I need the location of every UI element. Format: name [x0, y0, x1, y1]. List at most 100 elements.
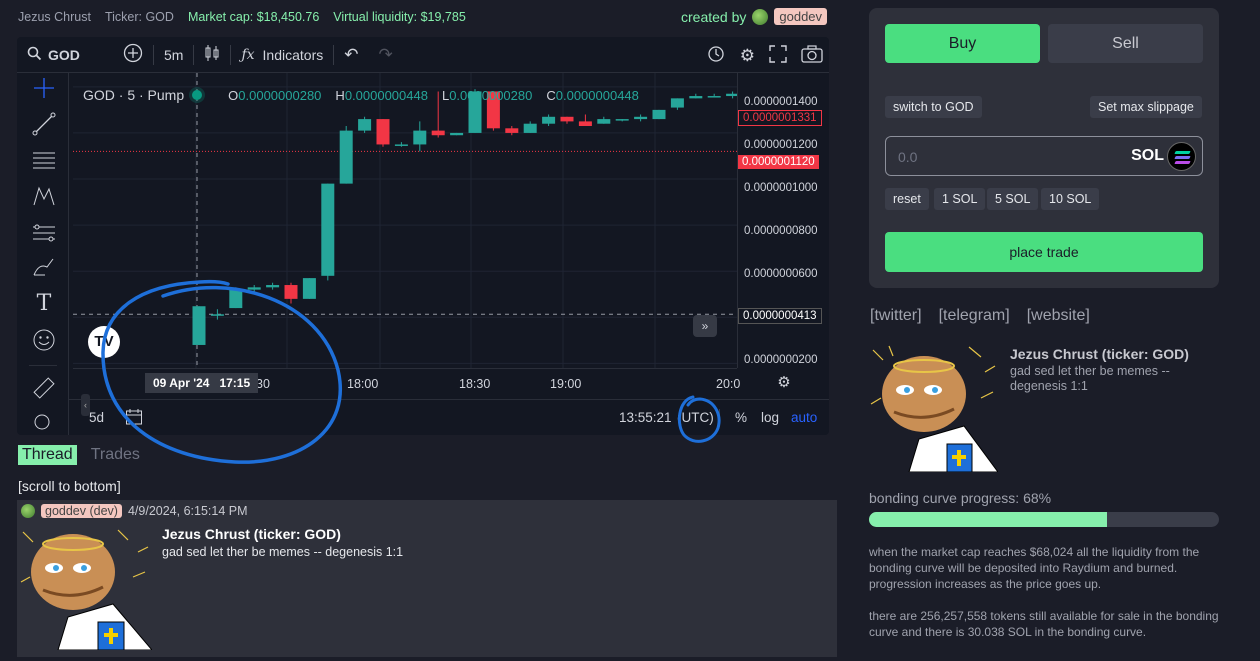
scroll-to-bottom-link[interactable]: [scroll to bottom] — [18, 478, 121, 494]
brush-tool-icon[interactable] — [31, 255, 57, 281]
twitter-link[interactable]: [twitter] — [870, 307, 922, 325]
legend-o-label: O — [228, 87, 239, 103]
trend-line-tool-icon[interactable] — [31, 111, 57, 137]
chart-legend: GOD · 5 · Pump O 0.0000000280 H 0.00000004… — [83, 87, 645, 103]
coin-image — [869, 342, 998, 472]
post-user[interactable]: goddev (dev) — [41, 504, 122, 518]
undo-button[interactable]: ↶ — [334, 37, 368, 73]
telegram-link[interactable]: [telegram] — [939, 307, 1010, 325]
price-tick: 0.0000000800 — [744, 225, 818, 237]
alert-icon[interactable] — [706, 44, 726, 67]
place-trade-button[interactable]: place trade — [885, 232, 1203, 272]
created-by-label: created by — [681, 8, 747, 25]
legend-title: GOD · 5 · Pump — [83, 87, 185, 103]
collapse-toolbar-button[interactable]: ‹ — [81, 394, 90, 416]
time-tick: 20:0 — [716, 377, 741, 391]
pattern-tool-icon[interactable] — [31, 183, 57, 209]
gear-icon[interactable]: ⚙ — [740, 47, 755, 64]
candle-body — [413, 130, 427, 145]
calendar-icon[interactable] — [125, 408, 143, 429]
indicators-button[interactable]: ƒx Indicators — [231, 37, 333, 73]
timezone-button[interactable]: (UTC) — [677, 410, 714, 425]
fx-icon: ƒx — [241, 46, 255, 63]
preset-10sol-button[interactable]: 10 SOL — [1041, 188, 1100, 210]
symbol-search-button[interactable]: GOD — [17, 37, 113, 73]
candle-body — [634, 116, 648, 120]
undo-icon: ↶ — [344, 45, 359, 64]
creator-avatar — [752, 8, 769, 25]
time-tick: 18:30 — [459, 377, 491, 391]
price-tick: 0.0000001200 — [744, 139, 818, 151]
legend-open: 0.0000000280 — [238, 87, 322, 103]
fullscreen-icon[interactable] — [769, 44, 787, 66]
auto-button[interactable]: auto — [791, 410, 817, 425]
time-tick: 18:00 — [347, 377, 379, 391]
candle-body — [578, 121, 592, 127]
legend-h-label: H — [335, 87, 345, 103]
last-price-tag: 0.0000001120 — [738, 155, 819, 169]
legend-l-label: L — [441, 87, 450, 103]
compare-button[interactable] — [113, 37, 153, 73]
interval-button[interactable]: 5m — [154, 37, 193, 73]
camera-icon[interactable] — [801, 44, 823, 66]
fib-tool-icon[interactable] — [31, 147, 57, 173]
toolbar-right: ⚙ — [706, 37, 823, 73]
candle-body — [394, 144, 408, 146]
tradingview-logo-icon[interactable]: TV — [88, 326, 120, 358]
amount-input[interactable]: 0.0 SOL — [885, 136, 1203, 176]
crosshair-time-tag: 09 Apr '24 17:15 — [145, 373, 259, 393]
candle-body — [726, 93, 737, 97]
candle-body — [302, 278, 316, 299]
candle-body — [652, 109, 666, 120]
price-tick: 0.0000000200 — [744, 354, 818, 366]
scroll-to-realtime-button[interactable]: » — [693, 315, 717, 337]
bonding-info-1: when the market cap reaches $68,024 all … — [869, 545, 1200, 591]
emoji-tool-icon[interactable] — [31, 327, 57, 353]
token-ticker: Ticker: GOD — [104, 10, 174, 24]
preset-5sol-button[interactable]: 5 SOL — [987, 188, 1039, 210]
preset-1sol-button[interactable]: 1 SOL — [934, 188, 986, 210]
post-title: Jezus Chrust (ticker: GOD) — [162, 526, 341, 542]
candle-body — [210, 314, 224, 316]
candle-body — [689, 96, 703, 99]
candle-body — [560, 116, 574, 122]
buy-button[interactable]: Buy — [885, 24, 1040, 63]
max-slippage-button[interactable]: Set max slippage — [1090, 96, 1202, 118]
text-tool-icon[interactable]: T — [31, 291, 57, 317]
tab-trades[interactable]: Trades — [87, 445, 144, 465]
post-date: 4/9/2024, 6:15:14 PM — [127, 504, 248, 518]
chart-type-button[interactable] — [194, 37, 230, 73]
range-5d-button[interactable]: 5d — [89, 410, 104, 425]
candle-body — [358, 119, 372, 131]
ruler-tool-icon[interactable] — [31, 375, 57, 401]
sell-button[interactable]: Sell — [1048, 24, 1203, 63]
candles-svg — [73, 73, 737, 368]
redo-icon: ↷ — [378, 45, 393, 64]
bonding-info-2: there are 256,257,558 tokens still avail… — [869, 609, 1219, 639]
tab-thread[interactable]: Thread — [18, 445, 77, 465]
creator-link[interactable]: goddev — [774, 8, 828, 25]
candle-body — [339, 130, 353, 184]
post-text: gad sed let ther be memes -- degenesis 1… — [162, 545, 404, 559]
redo-button[interactable]: ↷ — [368, 37, 402, 73]
log-button[interactable]: log — [761, 410, 779, 425]
search-icon — [27, 46, 42, 64]
clock-time: 13:55:21 — [619, 410, 672, 425]
switch-token-button[interactable]: switch to GOD — [885, 96, 982, 118]
website-link[interactable]: [website] — [1027, 307, 1090, 325]
axis-settings-icon[interactable]: ⚙ — [739, 368, 829, 398]
time-tick: 19:00 — [550, 377, 582, 391]
time-axis[interactable]: 30 18:00 18:30 19:00 20:0 09 Apr '24 17:… — [73, 368, 741, 398]
candle-body — [229, 289, 243, 309]
preset-reset-button[interactable]: reset — [885, 188, 929, 210]
percent-button[interactable]: % — [735, 410, 747, 425]
crosshair-tool-icon[interactable] — [31, 75, 57, 101]
price-axis[interactable]: 0.0000001400 0.0000001331 0.0000001200 0… — [737, 73, 829, 368]
candle-body — [615, 119, 629, 121]
price-chart[interactable]: GOD · 5 · Pump O 0.0000000280 H 0.00000004… — [73, 73, 737, 368]
prediction-tool-icon[interactable] — [31, 219, 57, 245]
created-by: created by goddev — [681, 8, 828, 25]
legend-c-label: C — [546, 87, 556, 103]
chart-widget[interactable]: GOD 5m ƒx Indicators ↶ ↷ ⚙ T GOD · 5 · P… — [17, 37, 829, 435]
zoom-tool-icon[interactable] — [31, 411, 57, 435]
